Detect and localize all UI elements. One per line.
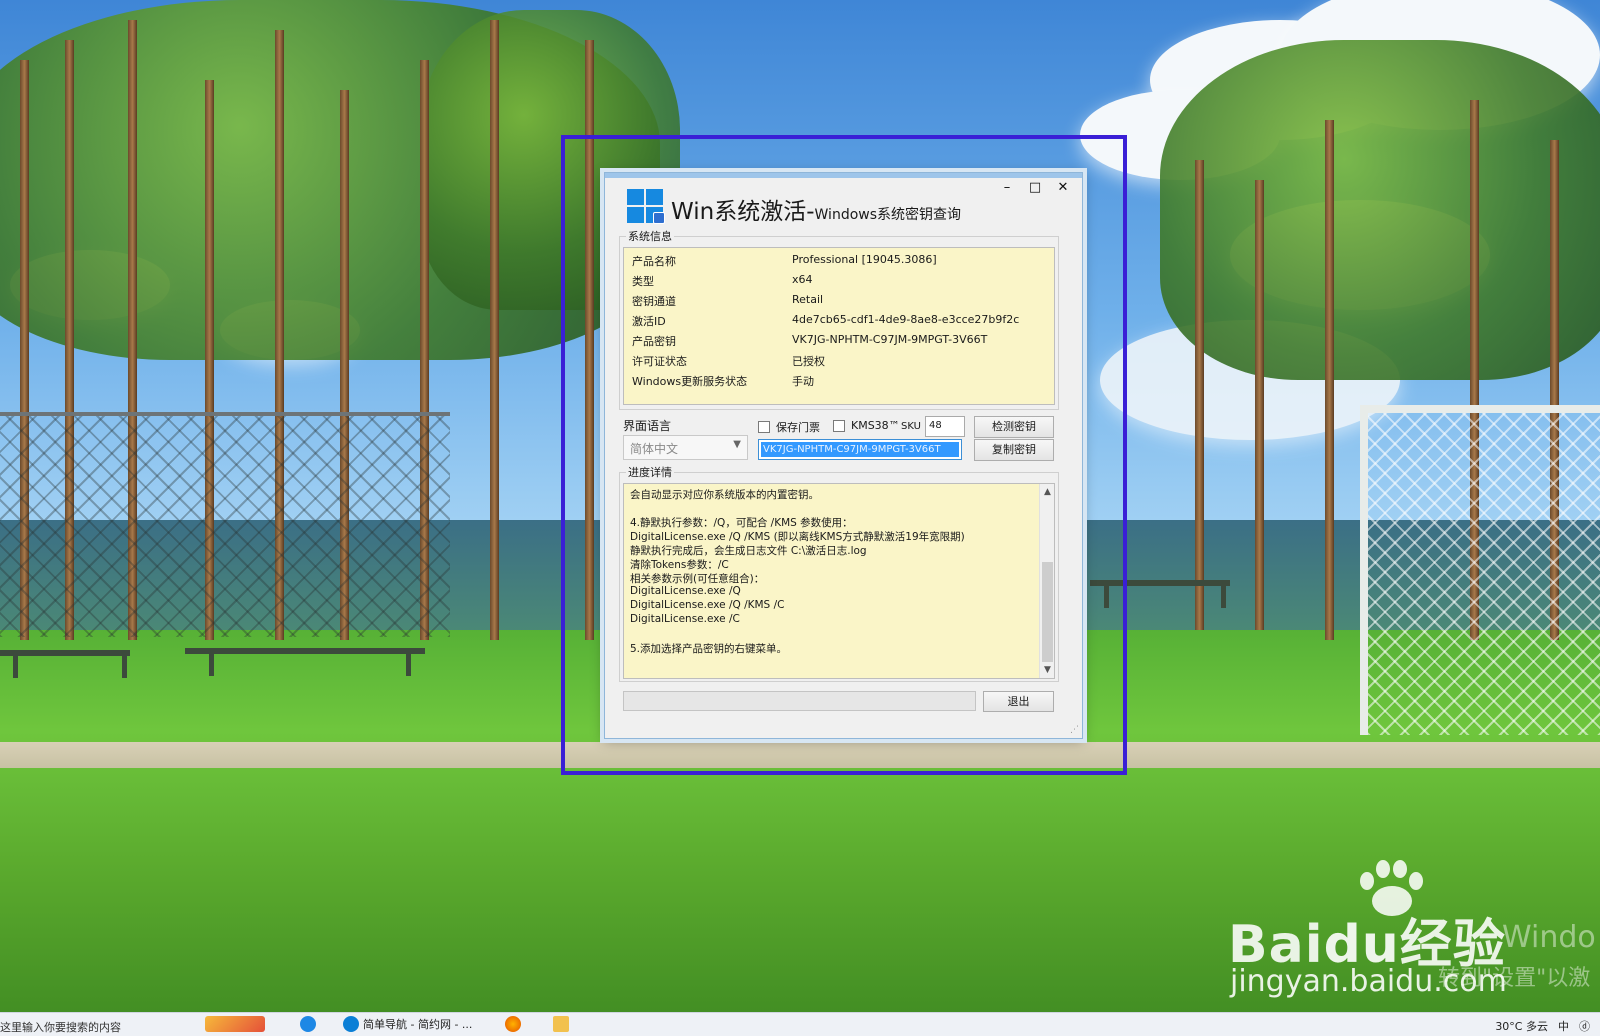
checkbox-icon [833, 419, 845, 432]
language-select[interactable]: 简体中文 ▼ [623, 435, 748, 460]
activation-watermark-line-1: Windo [1502, 920, 1596, 955]
product-key-selection: VK7JG-NPHTM-C97JM-9MPGT-3V66T [761, 442, 959, 457]
volume-icon[interactable]: ⓓ [1579, 1018, 1590, 1034]
window-controls: – □ ✕ [1000, 181, 1070, 195]
product-key-field[interactable]: VK7JG-NPHTM-C97JM-9MPGT-3V66T [758, 439, 962, 460]
kms38-label: KMS38™ [851, 419, 900, 432]
chevron-down-icon: ▼ [733, 439, 741, 450]
activation-watermark-line-2: 转到"设置"以激 [1438, 966, 1591, 991]
scroll-thumb[interactable] [1042, 562, 1053, 662]
progress-log[interactable]: 会自动显示对应你系统版本的内置密钥。 4.静默执行参数：/Q，可配合 /KMS … [623, 483, 1055, 679]
log-line: 清除Tokens参数：/C [630, 559, 729, 571]
log-scrollbar[interactable]: ▲ ▼ [1039, 484, 1054, 678]
language-label: 界面语言 [623, 419, 672, 433]
log-line: DigitalLicense.exe /Q /KMS /C [630, 599, 785, 611]
wallpaper-bench [0, 650, 130, 678]
app-title: Win系统激活-Windows系统密钥查询 [671, 192, 961, 226]
system-info-panel: 产品名称 Professional [19045.3086] 类型 x64 密钥… [623, 247, 1055, 405]
key-badge-icon [653, 212, 665, 224]
detect-key-button[interactable]: 检测密钥 [974, 416, 1054, 438]
log-line: 会自动显示对应你系统版本的内置密钥。 [630, 489, 819, 501]
scroll-down-icon[interactable]: ▼ [1040, 665, 1055, 675]
ime-indicator[interactable]: 中 [1558, 1018, 1569, 1034]
save-ticket-label: 保存门票 [776, 421, 820, 434]
progress-bar [623, 691, 976, 711]
system-info-label: 系统信息 [626, 228, 674, 244]
app-circle-icon [300, 1016, 316, 1032]
window-topbar[interactable] [605, 173, 1082, 178]
taskbar-browser-label: 简单导航 - 简约网 - ... [363, 1018, 473, 1031]
kms38-checkbox[interactable]: KMS38™ [833, 419, 900, 432]
app-title-main: Win系统激活- [671, 199, 815, 225]
wallpaper-bench [185, 648, 425, 676]
log-line: 静默执行完成后，会生成日志文件 C:\激活日志.log [630, 545, 867, 557]
taskbar-browser-item[interactable]: 简单导航 - 简约网 - ... [343, 1016, 472, 1032]
log-line: 4.静默执行参数：/Q，可配合 /KMS 参数使用： [630, 517, 853, 529]
baidu-watermark: Baidu经验 jingyan.baidu.com Windo 转到"设置"以激 [1228, 860, 1600, 1000]
log-line: 5.添加选择产品密钥的右键菜单。 [630, 643, 788, 655]
log-line: 相关参数示例(可任意组合)： [630, 573, 765, 585]
checkbox-icon [758, 421, 770, 433]
resize-grip-icon[interactable]: ⋰ [1070, 725, 1079, 735]
wallpaper-soccer-goal [1360, 405, 1600, 735]
exit-button[interactable]: 退出 [983, 691, 1054, 712]
activation-window: – □ ✕ Win系统激活-Windows系统密钥查询 系统信息 产品名称 Pr… [604, 172, 1083, 739]
log-line: DigitalLicense.exe /C [630, 613, 740, 625]
taskbar-widget-icon[interactable] [205, 1016, 265, 1032]
close-button[interactable]: ✕ [1056, 181, 1070, 195]
minimize-button[interactable]: – [1000, 181, 1014, 195]
log-line: DigitalLicense.exe /Q /KMS (即以离线KMS方式静默激… [630, 531, 965, 543]
taskbar-folder-icon[interactable] [553, 1016, 569, 1032]
taskbar-app-icon[interactable] [300, 1016, 316, 1032]
taskbar-search[interactable]: 这里输入你要搜索的内容 [0, 1019, 121, 1035]
maximize-button[interactable]: □ [1028, 181, 1042, 195]
taskbar-firefox-icon[interactable] [505, 1016, 521, 1032]
scroll-up-icon[interactable]: ▲ [1040, 487, 1055, 497]
copy-key-button[interactable]: 复制密钥 [974, 439, 1054, 461]
language-select-value: 简体中文 [630, 442, 679, 456]
taskbar: 这里输入你要搜索的内容 简单导航 - 简约网 - ... 30°C 多云 中 ⓓ [0, 1012, 1600, 1036]
sku-label: SKU [901, 421, 921, 432]
log-line: DigitalLicense.exe /Q [630, 585, 741, 597]
sku-input[interactable]: 48 [925, 416, 965, 437]
save-ticket-checkbox[interactable]: 保存门票 [758, 419, 820, 435]
system-tray: 30°C 多云 中 ⓓ [1495, 1018, 1590, 1034]
edge-browser-icon [343, 1016, 359, 1032]
app-title-sub: Windows系统密钥查询 [814, 207, 962, 223]
progress-details-label: 进度详情 [626, 464, 674, 480]
windows-logo-icon [627, 189, 665, 225]
weather-widget[interactable]: 30°C 多云 [1495, 1018, 1548, 1034]
wallpaper-fence [0, 412, 450, 637]
